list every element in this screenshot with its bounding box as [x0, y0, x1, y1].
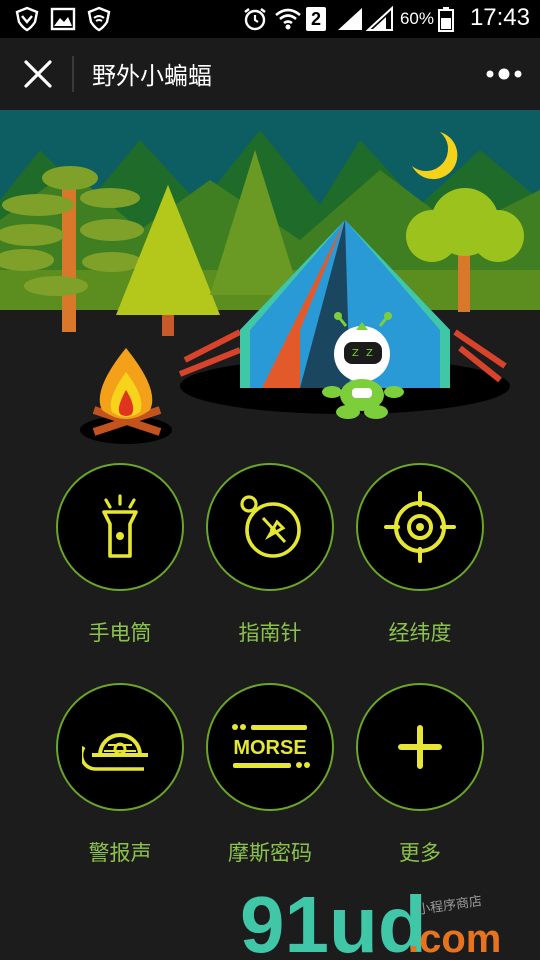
morse-icon: MORSE: [232, 724, 310, 768]
alarm-icon: [244, 8, 266, 31]
tool-morse[interactable]: MORSE 摩斯密码: [205, 683, 335, 867]
morse-button[interactable]: MORSE: [206, 683, 334, 811]
svg-text:Z: Z: [366, 348, 373, 359]
watermark-logo: 91ud .com 小程序商店: [240, 880, 501, 960]
flashlight-icon: [102, 494, 138, 558]
coordinates-button[interactable]: [356, 463, 484, 591]
flashlight-button[interactable]: [56, 463, 184, 591]
compass-button[interactable]: [206, 463, 334, 591]
siren-button[interactable]: [56, 683, 184, 811]
camping-illustration: Z Z: [0, 110, 540, 450]
watermark-main: 91ud: [240, 880, 427, 960]
tool-label: 摩斯密码: [228, 841, 312, 865]
sim-slot-badge: 2: [306, 7, 326, 31]
camping-scene: Z Z: [0, 110, 540, 450]
plus-icon: [398, 725, 442, 769]
tool-label: 经纬度: [388, 621, 452, 645]
wifi-icon: [275, 8, 301, 30]
battery-percent: 60%: [399, 9, 434, 28]
image-icon: [50, 7, 76, 31]
vpn-shield-icon: [87, 6, 111, 32]
tool-flashlight[interactable]: 手电筒: [55, 463, 185, 647]
tool-label: 警报声: [88, 841, 152, 865]
status-bar: 2 60% 17:43: [0, 0, 540, 38]
compass-icon: [240, 495, 301, 558]
tool-siren[interactable]: 警报声: [55, 683, 185, 867]
close-icon[interactable]: [20, 56, 56, 92]
tool-compass[interactable]: 指南针: [205, 463, 335, 647]
signal-icon-2: [366, 6, 393, 31]
siren-icon: [82, 733, 148, 771]
tool-label: 指南针: [238, 621, 302, 645]
clock: 17:43: [469, 4, 530, 31]
battery-icon: [438, 7, 454, 32]
more-options-icon[interactable]: [484, 62, 524, 86]
more-button[interactable]: [356, 683, 484, 811]
tool-coordinates[interactable]: 经纬度: [355, 463, 485, 647]
svg-text:Z: Z: [352, 348, 359, 359]
watermark-suffix: .com: [408, 917, 501, 960]
signal-icon: [338, 8, 362, 30]
crosshair-icon: [384, 491, 456, 563]
tool-label: 手电筒: [88, 621, 152, 645]
title-bar: 野外小蝙蝠: [0, 38, 540, 110]
tool-more[interactable]: 更多: [355, 683, 485, 867]
shield-icon: [15, 6, 39, 32]
nav-divider: [72, 56, 74, 92]
page-title: 野外小蝙蝠: [92, 62, 212, 90]
morse-icon-text: MORSE: [233, 737, 306, 759]
tool-label: 更多: [399, 841, 441, 865]
